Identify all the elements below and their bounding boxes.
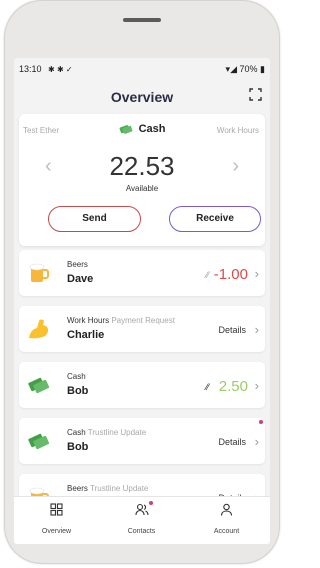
activity-type: Beers [67, 260, 88, 269]
chevron-right-icon: › [254, 378, 259, 393]
activity-type: Work Hours Payment Request [67, 316, 175, 325]
activity-type: Cash Trustline Update [67, 428, 146, 437]
activity-amount: 2.50 [218, 378, 248, 395]
nav-account[interactable]: Account [184, 497, 269, 544]
unread-dot [259, 420, 263, 424]
activity-type-label: Beers [67, 260, 88, 269]
activity-item[interactable]: Beers Dave ⁄⁄ -1.00 › [19, 250, 265, 296]
phone-frame: 13:10 ✱ ✱ ✓ ▾◢ 70% ▮ Overview Test Ether [4, 0, 280, 564]
nav-overview-label: Overview [41, 528, 72, 535]
balance-available-label: Available [125, 184, 159, 193]
battery-level: 70% [239, 64, 258, 74]
send-button[interactable]: Send [48, 206, 141, 232]
activity-item[interactable]: Work Hours Payment Request Charlie Detai… [19, 306, 265, 352]
nav-contacts[interactable]: Contacts [99, 497, 184, 544]
receive-button[interactable]: Receive [169, 206, 261, 232]
nav-contacts-label: Contacts [127, 528, 156, 535]
activity-type-label: Cash [67, 372, 86, 381]
activity-item[interactable]: Cash Bob ⁄⁄ 2.50 › [19, 362, 265, 408]
status-left: 13:10 ✱ ✱ ✓ [19, 64, 73, 74]
activity-amount: -1.00 [213, 266, 248, 283]
activity-counterparty: Bob [67, 385, 89, 397]
next-token-label[interactable]: Work Hours [217, 126, 259, 135]
details-link[interactable]: Details [218, 325, 246, 335]
balance-card: Test Ether Cash Work Hours ‹ › 22.53 Ava… [19, 114, 265, 246]
money-icon [28, 433, 50, 450]
status-time: 13:10 [19, 64, 42, 74]
flexed-arm-icon [29, 319, 49, 339]
activity-type-extra: Trustline Update [89, 484, 149, 493]
money-icon [119, 125, 132, 134]
header: Overview [14, 80, 270, 114]
details-link[interactable]: Details [218, 437, 246, 447]
activity-counterparty: Bob [67, 441, 89, 453]
bottom-navigation: Overview Contacts Account [14, 496, 270, 544]
activity-item[interactable]: Cash Trustline Update Bob Details › [19, 418, 265, 464]
money-icon [28, 377, 50, 394]
chevron-right-icon: › [254, 266, 259, 281]
double-check-icon: ⁄⁄ [205, 382, 209, 392]
nav-overview[interactable]: Overview [14, 497, 99, 544]
activity-type-label: Cash [67, 428, 86, 437]
nav-account-label: Account [213, 528, 240, 535]
contacts-badge-dot [149, 501, 153, 505]
app-screen: 13:10 ✱ ✱ ✓ ▾◢ 70% ▮ Overview Test Ether [14, 58, 270, 544]
chevron-right-icon: › [254, 322, 259, 337]
battery-icon: ▮ [260, 64, 265, 74]
balance-amount: 22.53 [109, 151, 175, 181]
activity-counterparty: Charlie [67, 329, 105, 341]
activity-type: Cash [67, 372, 86, 381]
speaker-grille [123, 18, 161, 22]
current-token-label: Cash [138, 123, 166, 135]
activity-counterparty: Dave [67, 273, 94, 285]
beer-icon [29, 263, 49, 282]
page-title: Overview [110, 89, 174, 105]
people-icon [135, 503, 149, 516]
grid-icon [50, 503, 63, 516]
status-bar: 13:10 ✱ ✱ ✓ ▾◢ 70% ▮ [14, 58, 270, 78]
signal-icon: ▾◢ [225, 64, 237, 74]
activity-type-extra: Payment Request [111, 316, 175, 325]
chevron-right-icon: › [254, 434, 259, 449]
status-right: ▾◢ 70% ▮ [226, 64, 265, 75]
notification-icons: ✱ ✱ ✓ [48, 65, 73, 74]
activity-type-label: Work Hours [67, 316, 110, 325]
activity-type-extra: Trustline Update [87, 428, 147, 437]
person-icon [220, 503, 233, 516]
scan-qr-icon[interactable] [249, 88, 262, 101]
activity-type: Beers Trustline Update [67, 484, 148, 493]
activity-type-label: Beers [67, 484, 88, 493]
double-check-icon: ⁄⁄ [205, 270, 209, 280]
